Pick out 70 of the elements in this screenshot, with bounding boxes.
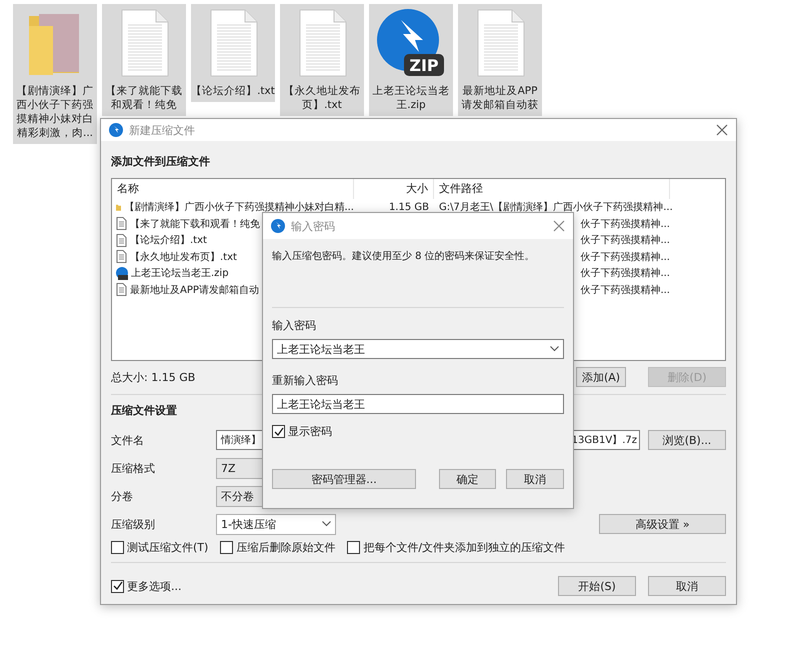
field-label: 分卷: [111, 488, 134, 504]
file-name[interactable]: 上老王论坛当老王.zip: [131, 266, 229, 280]
close-icon[interactable]: [553, 220, 565, 232]
file-name[interactable]: 最新地址及APP请发邮箱自动: [130, 282, 259, 297]
desktop-file[interactable]: 最新地址及APP请发邮箱自动获: [458, 4, 542, 116]
show-password-checkbox[interactable]: 显示密码: [272, 424, 564, 439]
cancel-button[interactable]: 取消: [648, 576, 726, 596]
file-name[interactable]: 【来了就能下载和观看！纯免: [130, 216, 260, 231]
field-label: 压缩级别: [111, 516, 156, 532]
checkmark-icon: [274, 426, 284, 436]
column-header[interactable]: 大小: [354, 179, 434, 199]
desktop-file[interactable]: 【来了就能下载和观看！纯免: [102, 4, 186, 116]
desktop-file[interactable]: ZIP 上老王论坛当老王.zip: [369, 4, 453, 116]
browse-button[interactable]: 浏览(B)...: [648, 430, 726, 450]
file-path: 伙子下药强摸精神...: [580, 284, 670, 296]
option-checkbox[interactable]: 测试压缩文件(T): [111, 540, 208, 555]
file-name: 【来了就能下载和观看！纯免: [104, 84, 184, 112]
file-path: 伙子下药强摸精神...: [580, 268, 670, 280]
field-label: 压缩格式: [111, 460, 156, 476]
zip-file-icon: [116, 266, 128, 280]
password-field[interactable]: 上老王论坛当老王: [272, 339, 564, 359]
file-name[interactable]: 【永久地址发布页】.txt: [130, 250, 237, 264]
desktop-file[interactable]: 【剧情演绎】广西小伙子下药强摸精神小妹对白精彩刺激，肉...: [13, 4, 97, 144]
close-icon[interactable]: [716, 124, 728, 136]
advanced-settings-button[interactable]: 高级设置 »: [599, 514, 726, 534]
file-name[interactable]: 【论坛介绍】.txt: [130, 233, 207, 248]
file-path: 伙子下药强摸精神...: [580, 252, 670, 263]
section-title: 添加文件到压缩文件: [111, 154, 210, 169]
section-title: 压缩文件设置: [111, 403, 177, 418]
field-label: 输入密码: [272, 318, 317, 333]
zip-label: ZIP: [404, 54, 444, 76]
text-file-icon: [116, 217, 127, 230]
file-name[interactable]: 【剧情演绎】广西小伙子下药强摸精神小妹对白精...: [124, 200, 354, 214]
file-size: 1.15 GB: [388, 202, 429, 213]
file-path: 伙子下药强摸精神...: [580, 218, 670, 230]
lightning-icon: [271, 219, 285, 233]
total-size: 总大小: 1.15 GB: [111, 370, 196, 384]
dialog-message: 输入压缩包密码。建议使用至少 8 位的密码来保证安全性。: [272, 250, 536, 263]
cancel-button[interactable]: 取消: [506, 469, 564, 489]
ok-button[interactable]: 确定: [439, 469, 496, 489]
checkmark-icon: [112, 581, 122, 591]
option-checkbox[interactable]: 把每个文件/文件夹添加到独立的压缩文件: [347, 540, 566, 555]
field-label: 文件名: [111, 432, 145, 448]
start-button[interactable]: 开始(S): [558, 576, 636, 596]
file-path: 伙子下药强摸精神...: [580, 235, 670, 246]
text-file-icon: [116, 234, 127, 247]
caret-icon: [550, 346, 559, 352]
add-button[interactable]: 添加(A): [576, 367, 626, 387]
column-header[interactable]: 文件路径: [434, 179, 670, 199]
more-options-checkbox[interactable]: 更多选项...: [111, 578, 182, 594]
option-checkbox[interactable]: 压缩后删除原始文件: [220, 540, 336, 555]
window-title: 新建压缩文件: [129, 122, 195, 138]
text-file-icon: [116, 283, 127, 296]
file-name: 上老王论坛当老王.zip: [372, 84, 450, 112]
file-name: 【剧情演绎】广西小伙子下药强摸精神小妹对白精彩刺激，肉...: [16, 84, 94, 140]
desktop-file[interactable]: 【论坛介绍】.txt: [191, 4, 275, 102]
file-path: G:\7月老王\【剧情演绎】广西小伙子下药强摸精神...: [439, 202, 673, 214]
file-name: 【论坛介绍】.txt: [191, 84, 275, 98]
repeat-password-field[interactable]: 上老王论坛当老王: [272, 394, 564, 414]
file-name: 最新地址及APP请发邮箱自动获: [460, 84, 540, 112]
desktop-file[interactable]: 【永久地址发布页】.txt: [280, 4, 364, 116]
file-name: 【永久地址发布页】.txt: [282, 84, 362, 112]
caret-icon: [322, 521, 331, 527]
lightning-icon: [109, 123, 123, 137]
password-manager-button[interactable]: 密码管理器...: [272, 469, 416, 489]
text-file-icon: [116, 250, 127, 264]
column-header[interactable]: 名称: [112, 179, 354, 199]
level-dropdown[interactable]: 1-快速压缩: [216, 514, 336, 534]
field-label: 重新输入密码: [272, 373, 339, 388]
dialog-title: 输入密码: [291, 218, 335, 234]
